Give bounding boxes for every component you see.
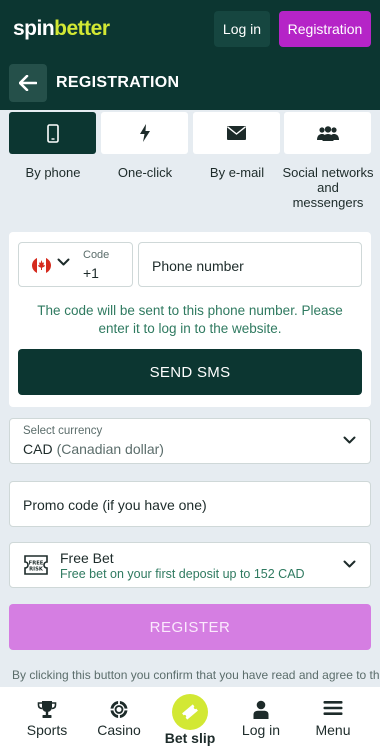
currency-name: (Canadian dollar): [56, 441, 164, 457]
send-sms-button[interactable]: SEND SMS: [18, 349, 362, 395]
svg-text:RISK: RISK: [29, 567, 44, 573]
register-button[interactable]: REGISTER: [9, 604, 371, 650]
tab-label-by-phone: By phone: [25, 165, 81, 180]
free-risk-ticket-icon: FREE RISK: [24, 555, 48, 575]
trophy-icon: [37, 701, 57, 718]
bet-slip-badge: [172, 694, 208, 730]
top-bar: spinbetter Log in Registration: [0, 0, 380, 58]
tab-label-social-networks: Social networks and messengers: [282, 165, 374, 210]
currency-label: Select currency: [23, 425, 103, 437]
promo-code-placeholder: Promo code (if you have one): [23, 497, 207, 513]
chevron-down-icon: [343, 560, 356, 568]
people-icon: [316, 125, 339, 141]
login-button[interactable]: Log in: [214, 11, 270, 47]
country-code-value: +1: [83, 265, 99, 281]
currency-code: CAD: [23, 441, 53, 457]
bonus-select[interactable]: FREE RISK Free Bet Free bet on your firs…: [9, 542, 371, 588]
tab-one-click[interactable]: [101, 112, 188, 154]
registration-method-tabs: By phone One-click By e-mail Social netw…: [0, 110, 380, 218]
nav-label-login: Log in: [241, 722, 281, 738]
sms-hint-text: The code will be sent to this phone numb…: [37, 303, 343, 336]
nav-menu[interactable]: Menu: [295, 687, 371, 754]
terms-text: By clicking this button you confirm that…: [12, 668, 380, 682]
nav-bet-slip[interactable]: Bet slip: [152, 687, 228, 754]
nav-label-casino: Casino: [97, 722, 141, 738]
user-icon: [253, 700, 269, 719]
page-title: REGISTRATION: [56, 74, 180, 91]
nav-label-sports: Sports: [26, 722, 68, 738]
envelope-icon: [227, 126, 246, 140]
menu-icon: [323, 701, 343, 715]
tab-label-by-email: By e-mail: [209, 165, 265, 180]
phone-number-placeholder: Phone number: [152, 258, 244, 274]
phone-icon: [46, 123, 59, 143]
nav-login[interactable]: Log in: [223, 687, 299, 754]
country-code-select[interactable]: Code +1: [18, 242, 133, 287]
nav-casino[interactable]: Casino: [81, 687, 157, 754]
ticket-icon: [182, 704, 198, 720]
bottom-navigation: Sports Casino Bet slip Log in Menu: [0, 687, 380, 754]
lightning-icon: [139, 124, 150, 142]
currency-select[interactable]: Select currency CAD (Canadian dollar): [9, 418, 371, 464]
canada-flag-icon: [32, 257, 51, 274]
phone-number-input[interactable]: Phone number: [138, 242, 362, 287]
chevron-down-icon: [343, 436, 356, 444]
phone-form-card: Code +1 Phone number The code will be se…: [9, 232, 371, 407]
country-code-label: Code: [83, 249, 110, 261]
spinbetter-logo[interactable]: spinbetter: [13, 17, 110, 41]
promo-code-input[interactable]: Promo code (if you have one): [9, 481, 371, 527]
tab-by-email[interactable]: [193, 112, 280, 154]
nav-sports[interactable]: Sports: [9, 687, 85, 754]
tab-by-phone[interactable]: [9, 112, 96, 154]
registration-button[interactable]: Registration: [279, 11, 371, 47]
bonus-subtitle: Free bet on your first deposit up to 152…: [60, 567, 305, 581]
logo-spin-text: spin: [13, 17, 55, 40]
logo-better-text: better: [54, 17, 110, 40]
arrow-left-icon: [19, 75, 37, 91]
bonus-title: Free Bet: [60, 550, 114, 566]
nav-label-menu: Menu: [315, 722, 351, 738]
nav-label-bet-slip: Bet slip: [164, 730, 216, 746]
back-button[interactable]: [9, 64, 47, 102]
tab-label-one-click: One-click: [117, 165, 173, 180]
casino-chip-icon: [110, 701, 128, 718]
tab-social-networks[interactable]: [284, 112, 371, 154]
page-title-bar: REGISTRATION: [0, 58, 380, 110]
chevron-down-icon: [57, 258, 70, 266]
currency-value: CAD (Canadian dollar): [23, 441, 164, 457]
